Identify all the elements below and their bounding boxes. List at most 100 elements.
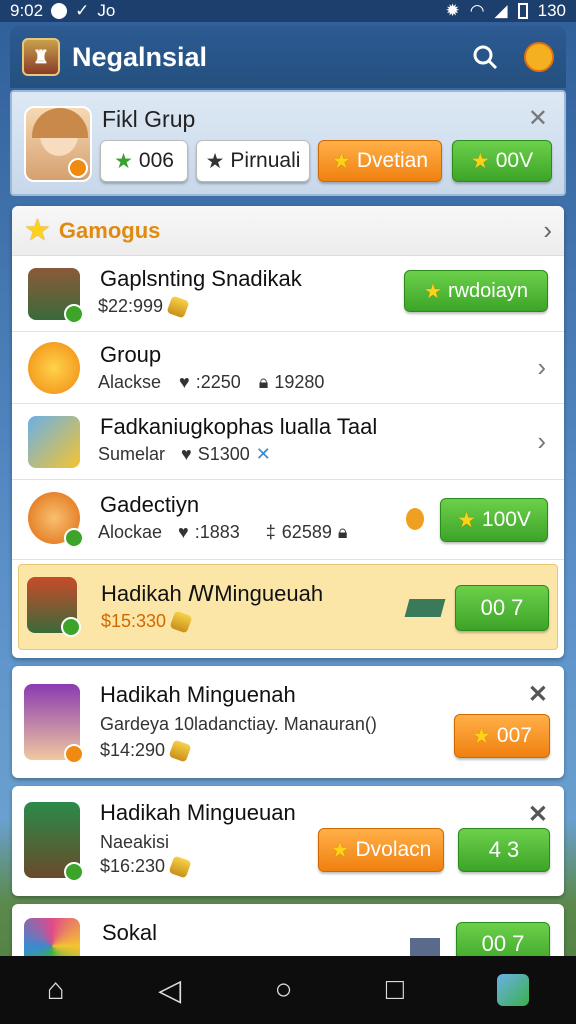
heart-icon: ♥	[181, 444, 192, 464]
circle-home-icon[interactable]: ○	[274, 973, 292, 1007]
badge-icon	[64, 528, 84, 548]
coin-icon	[168, 738, 192, 763]
list-item[interactable]: Gaplsnting Snadikak $22:999 ★ rwdoiayn	[12, 256, 564, 332]
profile-green-button[interactable]: ★ 00V	[452, 140, 552, 182]
check-icon: ✓	[75, 1, 90, 20]
badge-icon	[61, 617, 81, 637]
section-header[interactable]: ★ Gamogus ›	[12, 206, 564, 256]
home-icon[interactable]: ⌂	[47, 973, 65, 1007]
close-icon[interactable]: ✕	[528, 104, 548, 133]
list-item[interactable]: Fadkaniugkophas lualla Taal Sumelar ♥ S1…	[12, 404, 564, 480]
app-shortcut-icon[interactable]	[497, 974, 530, 1006]
list-item[interactable]: Group Alackse ♥ :2250 🔒︎ 19280 ›	[12, 332, 564, 404]
chevron-right-icon[interactable]: ›	[537, 352, 546, 383]
cash-icon	[410, 938, 440, 956]
profile-pill-score[interactable]: ★ 006	[100, 140, 188, 182]
card-subtitle: Gardeya 10ladanctiay. Manauran()	[100, 714, 377, 734]
profile-badge-icon	[68, 158, 88, 178]
battery-level: 130	[537, 1, 566, 20]
alarm-icon: ✹	[445, 1, 460, 20]
card-green-button[interactable]: 4 3	[458, 828, 550, 872]
card-title: Hadikah Minguenah	[100, 682, 296, 707]
card-price: $14:290	[100, 738, 192, 763]
star-icon: ★	[424, 280, 442, 303]
status-bar: 9:02 ✓ Jo ✹ ◠ ◢ 130	[0, 0, 576, 22]
card-action-button[interactable]: 00 7	[456, 922, 550, 956]
item-card[interactable]: Hadikah Minguenah Gardeya 10ladanctiay. …	[12, 666, 564, 778]
chevron-right-icon[interactable]: ›	[537, 426, 546, 457]
card-orange-button[interactable]: ★ Dvolacn	[318, 828, 444, 872]
profile-avatar[interactable]	[24, 106, 92, 182]
list-item-highlighted[interactable]: Hadikah ꟿMingueuah $15:330 00 7	[18, 564, 558, 650]
app-title: Negalnsial	[72, 41, 208, 72]
star-icon: ★	[331, 149, 351, 173]
profile-orange-button[interactable]: ★ Dvetian	[318, 140, 442, 182]
item-name: Gadectiyn	[100, 492, 200, 517]
item-action-button[interactable]: ★ 100V	[440, 498, 548, 542]
app-bar: ♜ Negalnsial	[10, 26, 566, 88]
item-thumbnail	[24, 684, 84, 764]
mascot-icon[interactable]	[524, 42, 554, 72]
star-icon: ★	[24, 214, 51, 247]
lock-icon: 🔒︎	[337, 522, 348, 542]
star-icon: ★	[114, 149, 133, 173]
item-meta: Sumelar ♥ S1300 ✕	[98, 444, 271, 464]
list-item[interactable]: Gadectiyn Alockae ♥ :1883 ‡ 62589 🔒︎ ★ 1…	[12, 480, 564, 560]
item-meta: Alackse ♥ :2250 🔒︎ 19280	[98, 372, 325, 392]
item-thumbnail	[28, 416, 80, 468]
recents-icon[interactable]: □	[386, 973, 404, 1007]
status-time: 9:02	[10, 1, 44, 20]
item-action-button[interactable]: 00 7	[455, 585, 549, 631]
section-title: Gamogus	[58, 217, 161, 243]
badge-icon	[64, 862, 84, 882]
chevron-right-icon: ›	[543, 215, 552, 245]
coin-icon	[168, 854, 192, 879]
heart-icon: ♥	[179, 372, 190, 392]
card-title: Hadikah Mingueuan	[100, 800, 296, 825]
star-icon: ★	[205, 149, 225, 173]
star-icon: ★	[457, 508, 476, 532]
item-card[interactable]: Sokal 00 7	[12, 904, 564, 956]
item-thumbnail	[28, 492, 84, 548]
item-meta: Alockae ♥ :1883 ‡ 62589 🔒︎	[98, 522, 348, 542]
card-title: Sokal	[102, 920, 158, 945]
battery-icon	[517, 3, 528, 19]
card-price: $16:230	[100, 854, 192, 879]
item-price: $22:999	[98, 294, 190, 319]
coin-icon	[166, 294, 190, 319]
profile-pill-status[interactable]: ★ Pirnuali	[196, 140, 310, 182]
item-name: Fadkaniugkophas lualla Taal	[100, 414, 378, 439]
back-icon[interactable]: ◁	[158, 973, 181, 1008]
item-thumbnail	[27, 577, 81, 637]
star-icon: ★	[470, 149, 490, 173]
star-icon: ★	[330, 838, 350, 862]
search-icon[interactable]	[472, 44, 498, 70]
close-icon[interactable]: ✕	[528, 800, 548, 829]
item-name: Group	[100, 342, 162, 367]
currency-icon: ‡	[265, 522, 276, 542]
profile-panel: Fikl Grup ✕ ★ 006 ★ Pirnuali ★ Dvetian ★…	[10, 90, 566, 196]
status-extra: Jo	[97, 1, 116, 20]
item-action-button[interactable]: ★ rwdoiayn	[404, 270, 548, 312]
card-action-button[interactable]: ★ 007	[454, 714, 550, 758]
card-subtitle: Naeakisi	[100, 832, 170, 852]
badge-icon	[64, 304, 84, 324]
item-name: Gaplsnting Snadikak	[100, 266, 302, 291]
item-thumbnail	[24, 802, 84, 882]
signal-icon: ◢	[494, 1, 508, 20]
games-section: ★ Gamogus › Gaplsnting Snadikak $22:999 …	[12, 206, 564, 658]
heart-icon: ♥	[178, 522, 189, 542]
item-card[interactable]: Hadikah Mingueuan Naeakisi $16:230 ✕ ★ D…	[12, 786, 564, 896]
cash-icon	[404, 599, 446, 617]
lock-icon: 🔒︎	[258, 372, 269, 392]
hand-icon	[406, 508, 424, 530]
item-thumbnail	[28, 342, 80, 394]
system-nav-bar: ⌂ ◁ ○ □	[0, 956, 576, 1024]
tools-icon: ✕	[255, 444, 271, 464]
item-thumbnail	[28, 268, 84, 324]
close-icon[interactable]: ✕	[528, 680, 548, 709]
item-price: $15:330	[101, 609, 193, 634]
item-name: Hadikah ꟿMingueuah	[101, 581, 324, 606]
item-thumbnail	[24, 918, 80, 956]
app-notification-icon	[51, 3, 68, 19]
